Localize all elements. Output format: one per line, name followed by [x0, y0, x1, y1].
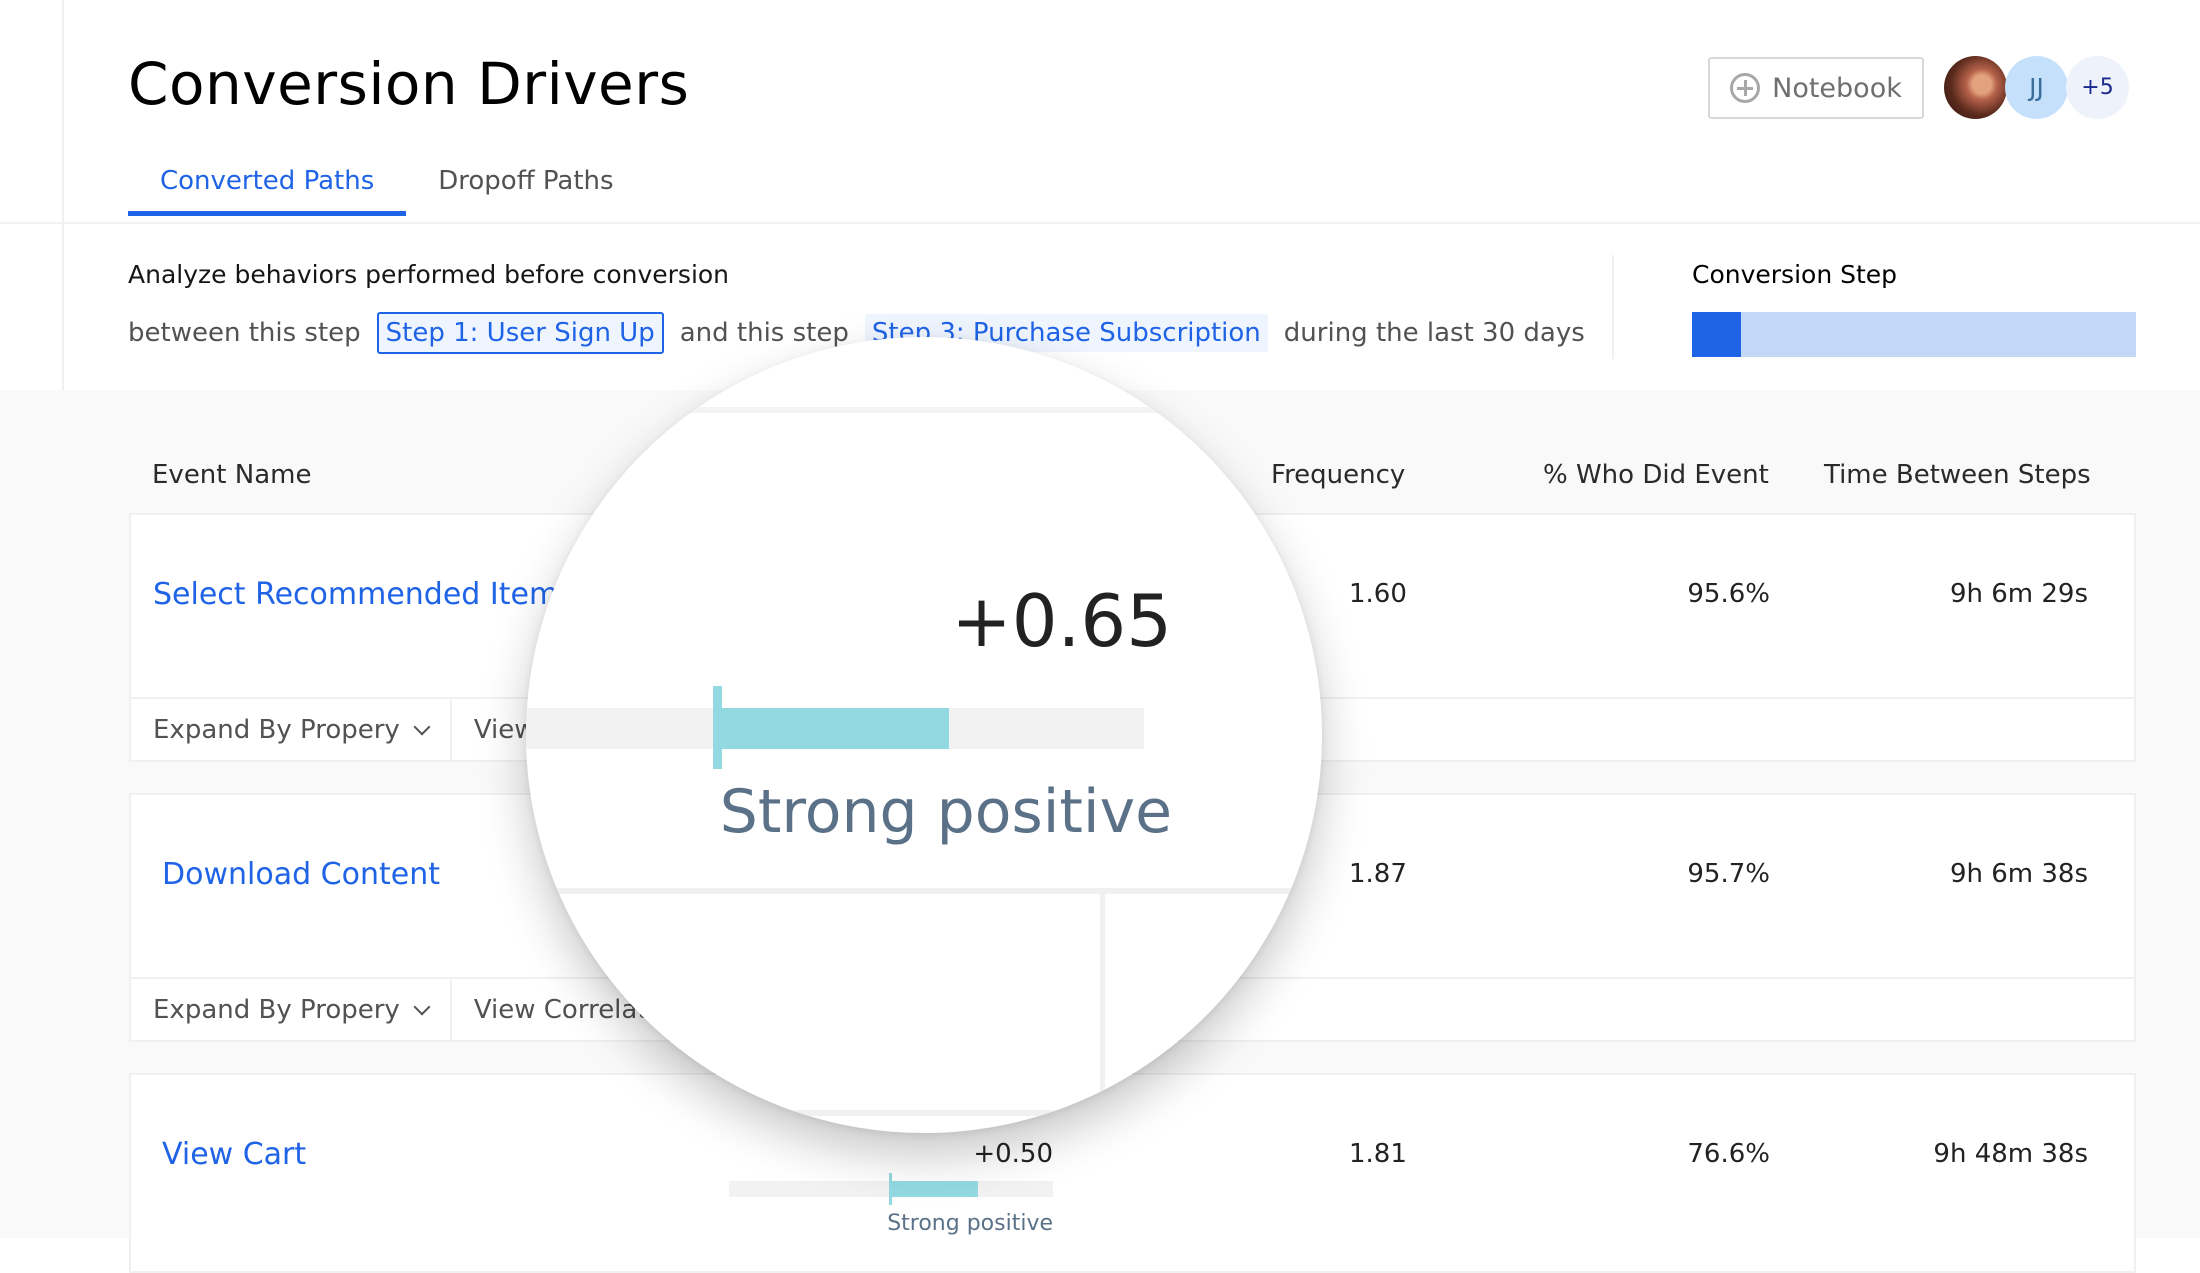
event-name-link[interactable]: View Cart [162, 1137, 306, 1172]
correlation-cell: +0.50 Strong positive [729, 1139, 1053, 1259]
time-between-value: 9h 6m 38s [1949, 859, 2088, 889]
from-step-selector[interactable]: Step 1: User Sign Up [376, 312, 664, 354]
expand-label: Expand By Propery [153, 714, 400, 745]
chevron-down-icon [413, 718, 431, 735]
correlation-fill [889, 1181, 978, 1197]
magnified-correlation-fill [714, 708, 949, 749]
column-header-event-name[interactable]: Event Name [152, 460, 311, 490]
plus-circle-icon [1730, 73, 1761, 103]
magnifier-callout: +0.65 Strong positive [526, 337, 1322, 1133]
frequency-value: 1.87 [1349, 859, 1407, 889]
magnified-row-border [526, 1110, 1322, 1116]
collaborator-avatars: JJ +5 [1944, 56, 2129, 119]
correlation-value: +0.50 [973, 1139, 1053, 1169]
time-between-value: 9h 6m 29s [1949, 579, 2088, 609]
event-name-link[interactable]: Select Recommended Item [153, 577, 558, 612]
pct-who-did-value: 76.6% [1687, 1139, 1770, 1169]
event-name-link[interactable]: Download Content [162, 857, 440, 892]
conversion-step-bar[interactable] [1692, 312, 2136, 357]
tab-dropoff-paths[interactable]: Dropoff Paths [406, 160, 645, 216]
expand-by-property-dropdown[interactable]: Expand By Propery [131, 979, 452, 1040]
tab-bar: Converted Paths Dropoff Paths [128, 160, 646, 222]
expand-label: Expand By Propery [153, 994, 400, 1025]
notebook-label: Notebook [1772, 72, 1902, 104]
magnified-row-border [526, 407, 1322, 413]
time-between-value: 9h 48m 38s [1933, 1139, 2088, 1169]
magnified-correlation-zero-tick [713, 686, 722, 769]
table-row: View Cart +0.50 Strong positive 1.81 76.… [129, 1073, 2136, 1273]
column-header-pct-who-did[interactable]: % Who Did Event [1543, 460, 1769, 490]
avatar-photo[interactable] [1944, 56, 2007, 119]
header-divider [0, 222, 2200, 224]
magnified-correlation-label: Strong positive [719, 777, 1172, 847]
frequency-value: 1.81 [1349, 1139, 1407, 1169]
period-text: during the last 30 days [1283, 318, 1585, 348]
page-title: Conversion Drivers [128, 50, 690, 118]
column-header-frequency[interactable]: Frequency [1271, 460, 1405, 490]
between-text: between this step [128, 318, 361, 348]
pct-who-did-value: 95.6% [1687, 579, 1770, 609]
correlation-zero-tick [889, 1173, 892, 1205]
avatar-initials[interactable]: JJ [2005, 56, 2068, 119]
column-header-time-between[interactable]: Time Between Steps [1824, 460, 2091, 490]
magnified-correlation-value: +0.65 [951, 579, 1172, 663]
row-main: View Cart +0.50 Strong positive 1.81 76.… [131, 1075, 2134, 1257]
pct-who-did-value: 95.7% [1687, 859, 1770, 889]
magnified-row-border [526, 888, 1322, 894]
avatar-overflow-count[interactable]: +5 [2066, 56, 2129, 119]
expand-by-property-dropdown[interactable]: Expand By Propery [131, 699, 452, 760]
and-text: and this step [679, 318, 849, 348]
frequency-value: 1.60 [1349, 579, 1407, 609]
magnified-cell-divider [1100, 894, 1105, 1114]
conversion-step-fill [1692, 312, 1741, 357]
add-to-notebook-button[interactable]: Notebook [1708, 57, 1924, 119]
tab-converted-paths[interactable]: Converted Paths [128, 160, 407, 216]
correlation-label: Strong positive [887, 1211, 1053, 1236]
chevron-down-icon [413, 998, 431, 1015]
